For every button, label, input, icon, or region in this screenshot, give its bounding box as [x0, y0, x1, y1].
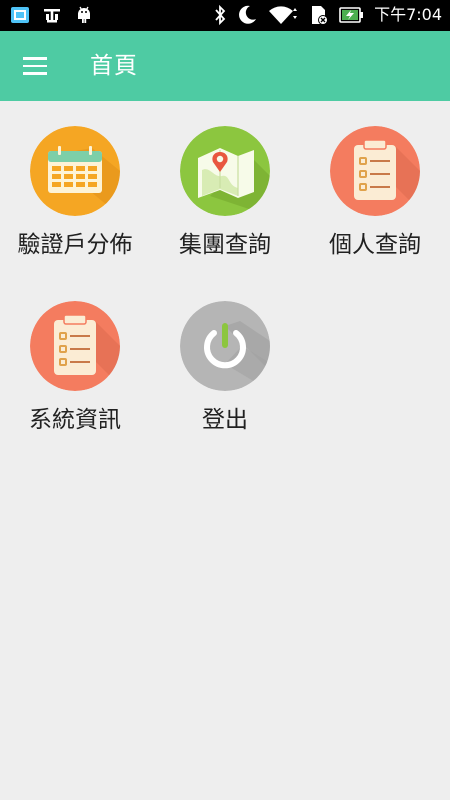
menu-label: 個人查詢 — [329, 232, 421, 258]
power-icon — [180, 301, 270, 391]
battery-charging-icon — [339, 4, 365, 26]
moon-icon — [236, 4, 258, 26]
clipboard-list-icon — [330, 126, 420, 216]
page-title: 首頁 — [90, 53, 138, 79]
menu-tile-system-info[interactable]: 系統資訊 — [0, 301, 150, 471]
menu-label: 登出 — [202, 407, 248, 433]
clipboard-list-icon — [30, 301, 120, 391]
android-icon — [74, 5, 94, 25]
menu-tile-logout[interactable]: 登出 — [150, 301, 300, 471]
menu-tile-personal-query[interactable]: 個人查詢 — [300, 126, 450, 296]
wifi-icon — [267, 4, 299, 26]
app-bar: 首頁 — [0, 31, 450, 101]
status-time: 下午7:04 — [374, 5, 442, 24]
menu-tile-group-query[interactable]: 集團查詢 — [150, 126, 300, 296]
menu-label: 集團查詢 — [179, 232, 271, 258]
bluetooth-icon — [213, 4, 227, 26]
map-pin-icon — [180, 126, 270, 216]
usb-debug-icon — [42, 5, 62, 25]
menu-label: 系統資訊 — [29, 407, 121, 433]
screenshot-icon — [10, 5, 30, 25]
sd-card-icon — [308, 4, 330, 26]
calendar-icon — [30, 126, 120, 216]
menu-label: 驗證戶分佈 — [17, 232, 133, 258]
status-bar: 下午7:04 — [0, 0, 450, 31]
menu-tile-distribution[interactable]: 驗證戶分佈 — [0, 126, 150, 296]
hamburger-menu-icon[interactable] — [16, 48, 54, 84]
